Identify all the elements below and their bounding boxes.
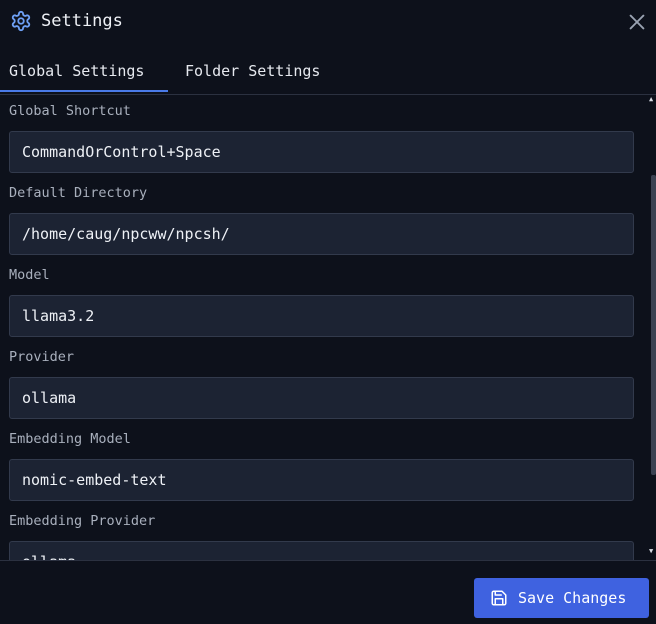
field-embedding-provider: Embedding Provider: [9, 511, 634, 560]
settings-form: Global Shortcut Default Directory Model …: [0, 95, 656, 560]
field-provider: Provider: [9, 347, 634, 419]
save-icon: [490, 589, 508, 607]
scroll-thumb[interactable]: [651, 175, 656, 475]
save-changes-button[interactable]: Save Changes: [474, 578, 649, 618]
model-input[interactable]: [9, 295, 634, 337]
field-default-directory: Default Directory: [9, 183, 634, 255]
tab-folder-settings[interactable]: Folder Settings: [185, 50, 320, 92]
provider-input[interactable]: [9, 377, 634, 419]
scrollbar[interactable]: ▲ ▼: [648, 95, 656, 560]
field-global-shortcut: Global Shortcut: [9, 101, 634, 173]
scroll-down-icon[interactable]: ▼: [649, 547, 656, 555]
field-label: Default Directory: [9, 185, 148, 201]
field-label: Model: [9, 267, 50, 283]
field-model: Model: [9, 265, 634, 337]
settings-header: Settings: [0, 0, 656, 44]
tab-global-settings[interactable]: Global Settings: [0, 50, 168, 92]
field-label: Embedding Provider: [9, 513, 156, 529]
settings-tabs: Global Settings Folder Settings: [0, 50, 656, 95]
page-title: Settings: [41, 11, 123, 31]
settings-footer: Save Changes: [0, 560, 656, 624]
embedding-provider-input[interactable]: [9, 541, 634, 560]
field-embedding-model: Embedding Model: [9, 429, 634, 501]
default-directory-input[interactable]: [9, 213, 634, 255]
gear-icon: [10, 10, 32, 32]
field-label: Embedding Model: [9, 431, 131, 447]
field-label: Global Shortcut: [9, 103, 131, 119]
global-shortcut-input[interactable]: [9, 131, 634, 173]
close-icon[interactable]: [626, 11, 648, 33]
scroll-up-icon[interactable]: ▲: [649, 95, 656, 103]
save-button-label: Save Changes: [518, 589, 627, 607]
field-label: Provider: [9, 349, 75, 365]
embedding-model-input[interactable]: [9, 459, 634, 501]
